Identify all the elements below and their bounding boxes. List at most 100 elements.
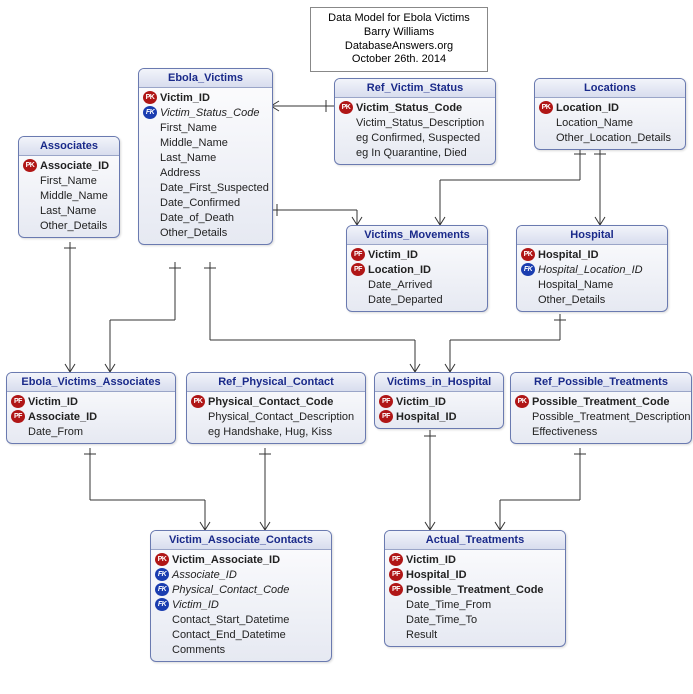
field-row: PFHospital_ID [379,409,499,424]
entity-title: Ref_Possible_Treatments [511,373,691,392]
key-blank [191,425,205,438]
field-label: Physical_Contact_Code [172,584,289,596]
field-label: Victim_ID [368,249,418,261]
entity-title: Victims_Movements [347,226,487,245]
field-row: PFAssociate_ID [11,409,171,424]
pk-key-icon: PK [539,101,553,114]
field-label: Date_Arrived [368,279,432,291]
field-label: eg In Quarantine, Died [356,147,467,159]
entity-body: PFVictim_IDPFLocation_IDDate_ArrivedDate… [347,245,487,311]
entity-body: PKLocation_IDLocation_NameOther_Location… [535,98,685,149]
entity-body: PKVictim_Status_CodeVictim_Status_Descri… [335,98,495,164]
entity-body: PFVictim_IDPFHospital_ID [375,392,503,428]
pf-key-icon: PF [11,410,25,423]
field-row: eg Handshake, Hug, Kiss [191,424,361,439]
field-row: Other_Details [521,292,663,307]
pk-key-icon: PK [515,395,529,408]
field-label: Last_Name [160,152,216,164]
field-row: PKPossible_Treatment_Code [515,394,687,409]
field-row: FKVictim_ID [155,597,327,612]
field-row: Possible_Treatment_Description [515,409,687,424]
field-label: Hospital_Name [538,279,613,291]
key-blank [339,131,353,144]
entity-title: Ebola_Victims [139,69,272,88]
key-blank [539,131,553,144]
field-label: Other_Details [538,294,605,306]
key-blank [515,410,529,423]
pf-key-icon: PF [379,410,393,423]
info-line: DatabaseAnswers.org [319,40,479,54]
field-label: eg Confirmed, Suspected [356,132,480,144]
field-label: Location_ID [368,264,431,276]
field-label: First_Name [160,122,217,134]
field-row: FKAssociate_ID [155,567,327,582]
field-label: Date_First_Suspected [160,182,269,194]
key-blank [515,425,529,438]
field-row: Result [389,627,561,642]
entity-title: Actual_Treatments [385,531,565,550]
field-label: Associate_ID [40,160,109,172]
entity-body: PFVictim_IDPFAssociate_ID Date_From [7,392,175,443]
field-row: Last_Name [23,203,115,218]
key-blank [11,425,25,438]
field-row: PKHospital_ID [521,247,663,262]
field-label: Possible_Treatment_Code [532,396,670,408]
field-row: PFVictim_ID [11,394,171,409]
field-label: Victim_ID [172,599,219,611]
field-label: Effectiveness [532,426,597,438]
entity-body: PKPhysical_Contact_CodePhysical_Contact_… [187,392,365,443]
field-label: Date_From [28,426,83,438]
pk-key-icon: PK [521,248,535,261]
entity-ebola-victims: Ebola_Victims PKVictim_IDFKVictim_Status… [138,68,273,245]
field-row: Other_Details [143,225,268,240]
key-blank [351,278,365,291]
field-label: Location_ID [556,102,619,114]
key-blank [339,116,353,129]
field-row: Effectiveness [515,424,687,439]
fk-key-icon: FK [155,598,169,611]
field-row: Date_of_Death [143,210,268,225]
key-blank [389,598,403,611]
entity-ref-physical-contact: Ref_Physical_Contact PKPhysical_Contact_… [186,372,366,444]
field-row: PFVictim_ID [389,552,561,567]
field-label: Victim_ID [160,92,210,104]
field-label: Date_of_Death [160,212,234,224]
key-blank [143,166,157,179]
key-blank [143,151,157,164]
entity-title: Locations [535,79,685,98]
field-label: Middle_Name [160,137,228,149]
field-label: Victim_Status_Description [356,117,484,129]
field-label: Victim_Status_Code [356,102,462,114]
field-label: Victim_ID [28,396,78,408]
field-row: Date_First_Suspected [143,180,268,195]
entity-body: PKVictim_Associate_IDFKAssociate_IDFKPhy… [151,550,331,661]
key-blank [23,189,37,202]
pf-key-icon: PF [351,248,365,261]
field-label: Date_Time_To [406,614,477,626]
field-row: Victim_Status_Description [339,115,491,130]
entity-ref-possible-treatments: Ref_Possible_Treatments PKPossible_Treat… [510,372,692,444]
field-row: Physical_Contact_Description [191,409,361,424]
field-row: PKVictim_ID [143,90,268,105]
key-blank [143,226,157,239]
field-label: Hospital_ID [396,411,457,423]
pk-key-icon: PK [155,553,169,566]
fk-key-icon: FK [155,568,169,581]
field-label: Contact_End_Datetime [172,629,286,641]
field-row: PKAssociate_ID [23,158,115,173]
pk-key-icon: PK [143,91,157,104]
field-row: First_Name [23,173,115,188]
entity-title: Associates [19,137,119,156]
key-blank [23,204,37,217]
field-row: Other_Details [23,218,115,233]
field-row: eg In Quarantine, Died [339,145,491,160]
key-blank [389,613,403,626]
entity-locations: Locations PKLocation_IDLocation_NameOthe… [534,78,686,150]
key-blank [521,278,535,291]
entity-victim-associate-contacts: Victim_Associate_Contacts PKVictim_Assoc… [150,530,332,662]
info-line: Data Model for Ebola Victims [319,12,479,26]
field-row: Hospital_Name [521,277,663,292]
key-blank [539,116,553,129]
entity-title: Ref_Victim_Status [335,79,495,98]
field-label: Other_Details [160,227,227,239]
